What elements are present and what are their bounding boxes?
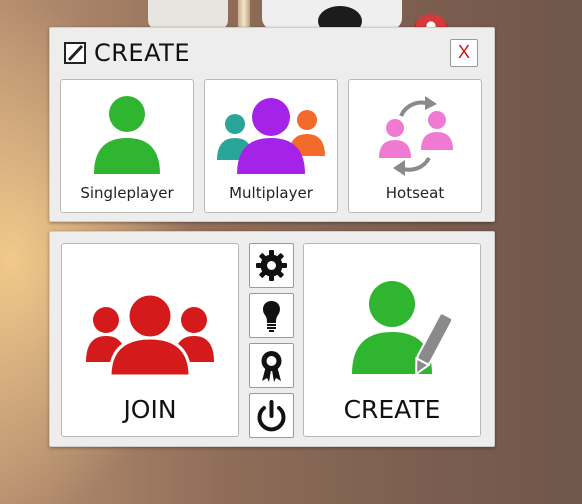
create-user-icon xyxy=(352,281,454,376)
power-button[interactable] xyxy=(249,393,294,438)
settings-gear-icon xyxy=(256,250,287,281)
create-mode-panel: CREATE X Singleplayer Multiplayer Hotsea… xyxy=(49,27,495,222)
join-label: JOIN xyxy=(123,395,177,424)
multiplayer-label: Multiplayer xyxy=(229,184,313,202)
join-group-icon xyxy=(86,292,214,378)
achievements-button[interactable] xyxy=(249,343,294,388)
create-game-button[interactable]: CREATE xyxy=(303,243,481,437)
award-ribbon-icon xyxy=(261,351,282,382)
singleplayer-button[interactable]: Singleplayer xyxy=(60,79,194,213)
lightbulb-icon xyxy=(263,301,280,332)
background-pole xyxy=(238,0,250,30)
background-post-left xyxy=(148,0,228,30)
panel-header: CREATE xyxy=(64,39,190,67)
dialog-title: CREATE xyxy=(94,39,190,67)
edit-icon xyxy=(64,42,86,64)
create-label: CREATE xyxy=(343,395,441,424)
single-user-icon xyxy=(94,96,160,174)
hotseat-label: Hotseat xyxy=(385,184,445,202)
singleplayer-label: Singleplayer xyxy=(80,184,174,202)
group-users-icon xyxy=(217,98,325,174)
multiplayer-button[interactable]: Multiplayer xyxy=(204,79,338,213)
power-icon xyxy=(257,400,286,432)
hint-button[interactable] xyxy=(249,293,294,338)
action-panel: JOIN CREATE xyxy=(49,231,495,447)
hotseat-button[interactable]: Hotseat xyxy=(348,79,482,213)
settings-button[interactable] xyxy=(249,243,294,288)
join-button[interactable]: JOIN xyxy=(61,243,239,437)
swap-users-icon xyxy=(379,96,453,176)
close-button[interactable]: X xyxy=(450,39,478,67)
